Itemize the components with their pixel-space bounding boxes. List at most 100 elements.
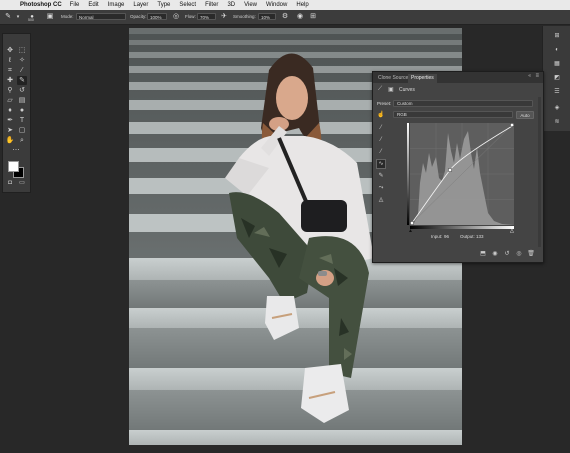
brush-size-label: 500: [28, 18, 34, 22]
swatches-panel-icon[interactable]: ▦: [547, 60, 567, 69]
foreground-color-swatch[interactable]: [8, 161, 19, 172]
flow-label: Flow:: [185, 14, 196, 19]
output-value[interactable]: 133: [476, 234, 484, 239]
menu-window[interactable]: Window: [266, 2, 287, 8]
target-adjust-icon[interactable]: ☝: [377, 111, 385, 119]
right-panel-dock: ⊞ ◐ ▦ ◩ ☰ ◈ ≋: [542, 26, 570, 131]
type-tool-icon[interactable]: T: [17, 116, 27, 125]
eyedropper-tool-icon[interactable]: ⁄: [17, 66, 27, 75]
reset-icon[interactable]: ↺: [503, 250, 511, 258]
hand-tool-icon[interactable]: ✋: [5, 136, 15, 145]
crop-tool-icon[interactable]: ⌗: [5, 66, 15, 75]
pen-tool-icon[interactable]: ✒: [5, 116, 15, 125]
history-panel-icon[interactable]: ⊞: [547, 32, 567, 41]
channel-select[interactable]: RGB: [393, 111, 513, 118]
pressure-size-icon[interactable]: ◉: [296, 13, 304, 21]
properties-panel-icon[interactable]: ☰: [547, 88, 567, 97]
view-previous-icon[interactable]: ◉: [491, 250, 499, 258]
input-value[interactable]: 96: [444, 234, 449, 239]
edit-points-icon[interactable]: ∿: [376, 159, 386, 169]
preset-select[interactable]: Custom: [393, 100, 533, 107]
input-label: Input:: [431, 234, 443, 239]
opacity-field[interactable]: 100%: [147, 13, 167, 20]
visibility-eye-icon[interactable]: ◎: [515, 250, 523, 258]
mac-menubar: Photoshop CC File Edit Image Layer Type …: [0, 0, 570, 10]
adjustments-panel-icon[interactable]: ◩: [547, 74, 567, 83]
history-brush-tool-icon[interactable]: ↺: [17, 86, 27, 95]
move-tool-icon[interactable]: ✥: [5, 46, 15, 55]
gear-icon[interactable]: ⚙: [281, 13, 289, 21]
channels-panel-icon[interactable]: ≋: [547, 118, 567, 127]
white-point-slider-icon[interactable]: △: [510, 228, 514, 234]
brush-tool-icon[interactable]: ✎: [4, 13, 12, 21]
layers-panel-icon[interactable]: ◈: [547, 104, 567, 113]
curves-adjustment-icon: ⟋: [378, 86, 383, 92]
menu-select[interactable]: Select: [179, 2, 196, 8]
menu-help[interactable]: Help: [296, 2, 308, 8]
panel-tabs: Clone Source Properties ≡ «: [373, 72, 543, 83]
mode-label: Mode:: [61, 14, 74, 19]
clipping-warning-icon[interactable]: ◬: [377, 196, 385, 204]
menu-3d[interactable]: 3D: [227, 2, 235, 8]
lasso-tool-icon[interactable]: ℓ: [5, 56, 15, 65]
delete-trash-icon[interactable]: 🗑: [527, 250, 535, 258]
mode-select[interactable]: Normal: [76, 13, 126, 20]
eraser-tool-icon[interactable]: ▱: [5, 96, 15, 105]
gradient-tool-icon[interactable]: ▤: [17, 96, 27, 105]
brush-settings-icon[interactable]: ▣: [46, 13, 54, 21]
opacity-label: Opacity:: [130, 14, 147, 19]
zoom-tool-icon[interactable]: ⌕: [17, 136, 27, 145]
clip-to-layer-icon[interactable]: ⬒: [479, 250, 487, 258]
smoothing-label: Smoothing:: [233, 14, 256, 19]
healing-tool-icon[interactable]: ✚: [5, 76, 15, 85]
curves-graph[interactable]: [410, 123, 514, 225]
symmetry-icon[interactable]: ⊞: [309, 13, 317, 21]
white-point-eyedropper-icon[interactable]: ⁄: [377, 148, 385, 156]
output-gradient-bar: [407, 123, 409, 225]
pressure-opacity-icon[interactable]: ◎: [172, 13, 180, 21]
auto-button[interactable]: Auto: [516, 111, 534, 119]
flow-field[interactable]: 70%: [197, 13, 216, 20]
smooth-icon[interactable]: ⤳: [377, 184, 385, 192]
collapse-icon[interactable]: «: [528, 73, 531, 79]
menu-edit[interactable]: Edit: [88, 2, 98, 8]
menu-type[interactable]: Type: [157, 2, 170, 8]
smoothing-field[interactable]: 10%: [258, 13, 276, 20]
stamp-tool-icon[interactable]: ⚲: [5, 86, 15, 95]
menu-image[interactable]: Image: [108, 2, 125, 8]
menu-view[interactable]: View: [244, 2, 257, 8]
menu-file[interactable]: File: [70, 2, 80, 8]
blur-tool-icon[interactable]: ♦: [5, 106, 15, 115]
shape-tool-icon[interactable]: ▢: [17, 126, 27, 135]
pencil-draw-icon[interactable]: ✎: [377, 172, 385, 180]
marquee-tool-icon[interactable]: ⬚: [17, 46, 27, 55]
dropdown-arrow-icon[interactable]: ▾: [14, 13, 22, 21]
more-tools-icon[interactable]: ⋯: [11, 146, 21, 155]
path-select-tool-icon[interactable]: ➤: [5, 126, 15, 135]
panel-menu-icon[interactable]: ≡: [535, 73, 539, 79]
airbrush-icon[interactable]: ✈: [220, 13, 228, 21]
options-bar: ✎ ▾ ● 500 ▣ Mode: Normal Opacity: 100% ◎…: [0, 10, 570, 25]
app-menu[interactable]: Photoshop CC: [20, 2, 62, 8]
menu-filter[interactable]: Filter: [205, 2, 218, 8]
screen-mode-icon[interactable]: ▭: [17, 179, 27, 188]
tab-properties[interactable]: Properties: [408, 74, 437, 83]
quick-select-tool-icon[interactable]: ✧: [17, 56, 27, 65]
menu-layer[interactable]: Layer: [133, 2, 148, 8]
dodge-tool-icon[interactable]: ●: [17, 106, 27, 115]
preset-label: Preset:: [377, 101, 392, 106]
properties-panel: Clone Source Properties ≡ « ⟋ ▣ Curves P…: [372, 71, 544, 263]
adjustment-title: Curves: [399, 87, 415, 93]
panel-scrollbar[interactable]: [538, 97, 541, 247]
black-point-eyedropper-icon[interactable]: ⁄: [377, 124, 385, 132]
brush-tool-icon[interactable]: ✎: [17, 76, 27, 85]
tab-clone-source[interactable]: Clone Source: [375, 74, 411, 83]
mask-icon: ▣: [388, 87, 394, 93]
gray-point-eyedropper-icon[interactable]: ⁄: [377, 136, 385, 144]
tools-panel: ✥ ⬚ ℓ ✧ ⌗ ⁄ ✚ ✎ ⚲ ↺ ▱ ▤ ♦ ● ✒ T ➤ ▢ ✋ ⌕ …: [2, 33, 31, 193]
black-point-slider-icon[interactable]: ▲: [408, 228, 413, 234]
quick-mask-icon[interactable]: ◘: [5, 179, 15, 188]
input-gradient-bar: [410, 226, 514, 229]
output-label: Output:: [460, 234, 475, 239]
color-panel-icon[interactable]: ◐: [547, 46, 567, 55]
